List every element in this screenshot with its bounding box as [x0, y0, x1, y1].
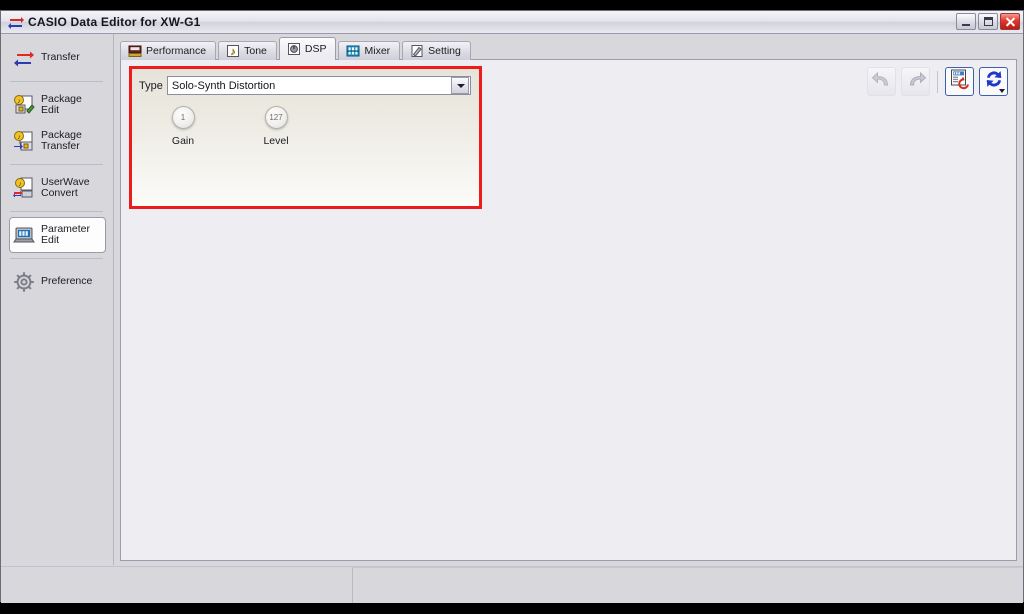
tone-icon: ♪ [226, 44, 240, 58]
minimize-button[interactable] [956, 13, 976, 30]
type-row: Type Solo-Synth Distortion [132, 69, 479, 95]
application-window: CASIO Data Editor for XW-G1 Transfer ♪ P… [0, 10, 1024, 603]
sidebar-item-userwave-convert[interactable]: ♪ UserWave Convert [9, 170, 106, 206]
sidebar-divider [10, 258, 103, 259]
undo-arrow-icon [871, 68, 893, 95]
dsp-parameter-box: Type Solo-Synth Distortion 1 Gain 127 Le… [129, 66, 482, 209]
knob-dial[interactable]: 1 [171, 106, 195, 129]
tab-mixer[interactable]: Mixer [338, 41, 401, 60]
tab-performance[interactable]: Performance [120, 41, 217, 60]
tab-label: Performance [146, 45, 207, 57]
dsp-type-select[interactable]: Solo-Synth Distortion [166, 76, 471, 95]
mixer-icon [346, 44, 360, 58]
sidebar-item-label: Transfer [41, 51, 80, 64]
maximize-button[interactable] [978, 13, 998, 30]
panel-restore-icon [949, 68, 971, 95]
package-transfer-icon: ♪ [13, 130, 35, 152]
parameter-edit-icon [13, 224, 35, 246]
sidebar: Transfer ♪ Package Edit ♪ Package Transf… [1, 34, 114, 565]
redo-arrow-icon [905, 68, 927, 95]
tab-bar: Performance ♪ Tone DSP Mixer Setting [120, 37, 1017, 61]
close-button[interactable] [1000, 13, 1020, 30]
sidebar-item-package-edit[interactable]: ♪ Package Edit [9, 87, 106, 123]
tab-tone[interactable]: ♪ Tone [218, 41, 277, 60]
userwave-convert-icon: ♪ [13, 177, 35, 199]
svg-text:♪: ♪ [17, 134, 21, 141]
window-body: Transfer ♪ Package Edit ♪ Package Transf… [1, 34, 1023, 603]
tab-label: Mixer [364, 45, 391, 57]
type-label: Type [139, 79, 163, 92]
package-edit-icon: ♪ [13, 94, 35, 116]
knob-gain[interactable]: 1 Gain [163, 106, 203, 147]
status-cell-right [354, 567, 1023, 603]
knob-value: 1 [180, 112, 186, 122]
status-cell-left [1, 567, 353, 603]
status-bar [1, 566, 1023, 603]
sidebar-divider [10, 164, 103, 165]
sidebar-item-parameter-edit[interactable]: Parameter Edit [9, 217, 106, 253]
toolbar-separator [937, 70, 938, 93]
dsp-icon [287, 42, 301, 56]
window-title: CASIO Data Editor for XW-G1 [28, 15, 201, 29]
tab-dsp[interactable]: DSP [278, 37, 337, 61]
sidebar-divider [10, 81, 103, 82]
knob-value: 127 [269, 112, 283, 122]
sidebar-item-package-transfer[interactable]: ♪ Package Transfer [9, 123, 106, 159]
tab-label: DSP [304, 43, 327, 55]
sidebar-item-label: Preference [41, 275, 93, 288]
tab-label: Tone [244, 45, 267, 57]
sidebar-item-label: Package Transfer [41, 128, 82, 152]
content-area: Performance ♪ Tone DSP Mixer Setting Typ… [115, 34, 1023, 565]
screen: CASIO Data Editor for XW-G1 Transfer ♪ P… [0, 0, 1024, 614]
sidebar-item-preference[interactable]: Preference [9, 264, 106, 300]
knob-group: 1 Gain 127 Level [132, 95, 479, 147]
sidebar-item-transfer[interactable]: Transfer [9, 40, 106, 76]
knob-label: Gain [171, 135, 195, 147]
toolbar [867, 67, 1008, 96]
title-bar: CASIO Data Editor for XW-G1 [1, 11, 1023, 34]
gear-icon [13, 271, 35, 293]
sidebar-divider [10, 211, 103, 212]
sidebar-item-label: Parameter Edit [41, 222, 91, 246]
redo-button[interactable] [901, 67, 930, 96]
casio-transfer-icon [7, 14, 25, 30]
undo-button[interactable] [867, 67, 896, 96]
tab-setting[interactable]: Setting [402, 41, 471, 60]
sync-button[interactable] [979, 67, 1008, 96]
chevron-down-icon[interactable] [999, 89, 1005, 93]
sidebar-item-label: UserWave Convert [41, 175, 90, 199]
transfer-arrows-icon [13, 47, 35, 69]
sidebar-item-label: Package Edit [41, 92, 82, 116]
dsp-type-value: Solo-Synth Distortion [171, 79, 276, 92]
restore-defaults-button[interactable] [945, 67, 974, 96]
setting-icon [410, 44, 424, 58]
dsp-tab-panel: Type Solo-Synth Distortion 1 Gain 127 Le… [120, 59, 1017, 561]
knob-dial[interactable]: 127 [264, 106, 288, 129]
svg-text:♪: ♪ [18, 181, 22, 188]
window-controls [956, 13, 1020, 30]
tab-label: Setting [428, 45, 461, 57]
svg-text:♪: ♪ [230, 46, 236, 58]
chevron-down-icon[interactable] [451, 77, 469, 94]
knob-level[interactable]: 127 Level [256, 106, 296, 147]
performance-icon [128, 44, 142, 58]
knob-label: Level [263, 135, 289, 147]
svg-text:♪: ♪ [17, 98, 21, 105]
